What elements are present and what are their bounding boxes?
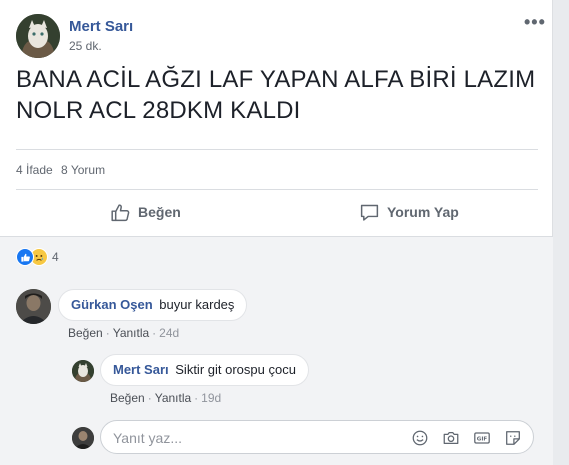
comment-button[interactable]: Yorum Yap <box>359 201 459 223</box>
reply-input[interactable]: Yanıt yaz... GIF <box>100 420 534 454</box>
comment-text: buyur kardeş <box>159 297 235 312</box>
comments-count-link[interactable]: 8 Yorum <box>61 163 105 177</box>
post-author-name[interactable]: Mert Sarı <box>69 18 133 35</box>
more-options-icon[interactable]: ••• <box>524 12 546 33</box>
post-card: Mert Sarı 25 dk. ••• BANA ACİL AĞZI LAF … <box>0 0 553 465</box>
thumbs-up-icon <box>111 203 130 221</box>
reactions-count-link[interactable]: 4 İfade <box>16 163 53 177</box>
svg-text:GIF: GIF <box>477 437 488 443</box>
reply-like-link[interactable]: Beğen <box>110 391 145 405</box>
divider <box>16 149 538 150</box>
comment-icon <box>360 204 379 221</box>
comment-actions: Beğen · Yanıtla · 24d <box>68 326 180 340</box>
reply-age[interactable]: 19d <box>201 391 221 405</box>
comment-button-label: Yorum Yap <box>387 204 459 220</box>
like-button-label: Beğen <box>138 204 181 220</box>
reactions-summary[interactable]: 4 <box>16 248 59 266</box>
comment-age[interactable]: 24d <box>159 326 179 340</box>
reply-input-placeholder: Yanıt yaz... <box>113 430 182 446</box>
post-stats: 4 İfade 8 Yorum <box>16 163 110 177</box>
like-button[interactable]: Beğen <box>110 201 181 223</box>
commenter-avatar[interactable] <box>16 289 51 324</box>
reply-reply-link[interactable]: Yanıtla <box>155 391 191 405</box>
sticker-icon[interactable] <box>503 428 523 448</box>
comments-section: 4 Gürkan Oşen buyur kardeş Beğen · Yanıtla… <box>0 236 553 465</box>
composer-icons: GIF <box>399 428 523 448</box>
comment-author[interactable]: Gürkan Oşen <box>71 297 153 312</box>
post-text: BANA ACİL AĞZI LAF YAPAN ALFA BİRİ LAZIM… <box>16 66 536 124</box>
like-reaction-icon <box>16 248 34 266</box>
reply-author-avatar[interactable] <box>72 360 94 382</box>
emoji-icon[interactable] <box>410 428 430 448</box>
reply-bubble: Mert Sarı Siktir git orospu çocu <box>100 354 309 386</box>
camera-icon[interactable] <box>441 428 461 448</box>
reply-author[interactable]: Mert Sarı <box>113 362 169 377</box>
reply-actions: Beğen · Yanıtla · 19d <box>110 391 222 405</box>
comment-like-link[interactable]: Beğen <box>68 326 103 340</box>
reply-text: Siktir git orospu çocu <box>175 362 296 377</box>
comment-reply-link[interactable]: Yanıtla <box>113 326 149 340</box>
reactions-count: 4 <box>52 250 59 264</box>
divider <box>16 189 538 190</box>
current-user-avatar[interactable] <box>72 427 94 449</box>
comment-bubble: Gürkan Oşen buyur kardeş <box>58 289 248 321</box>
gif-icon[interactable]: GIF <box>472 428 492 448</box>
author-avatar[interactable] <box>16 14 60 58</box>
post-timestamp[interactable]: 25 dk. <box>69 39 102 53</box>
